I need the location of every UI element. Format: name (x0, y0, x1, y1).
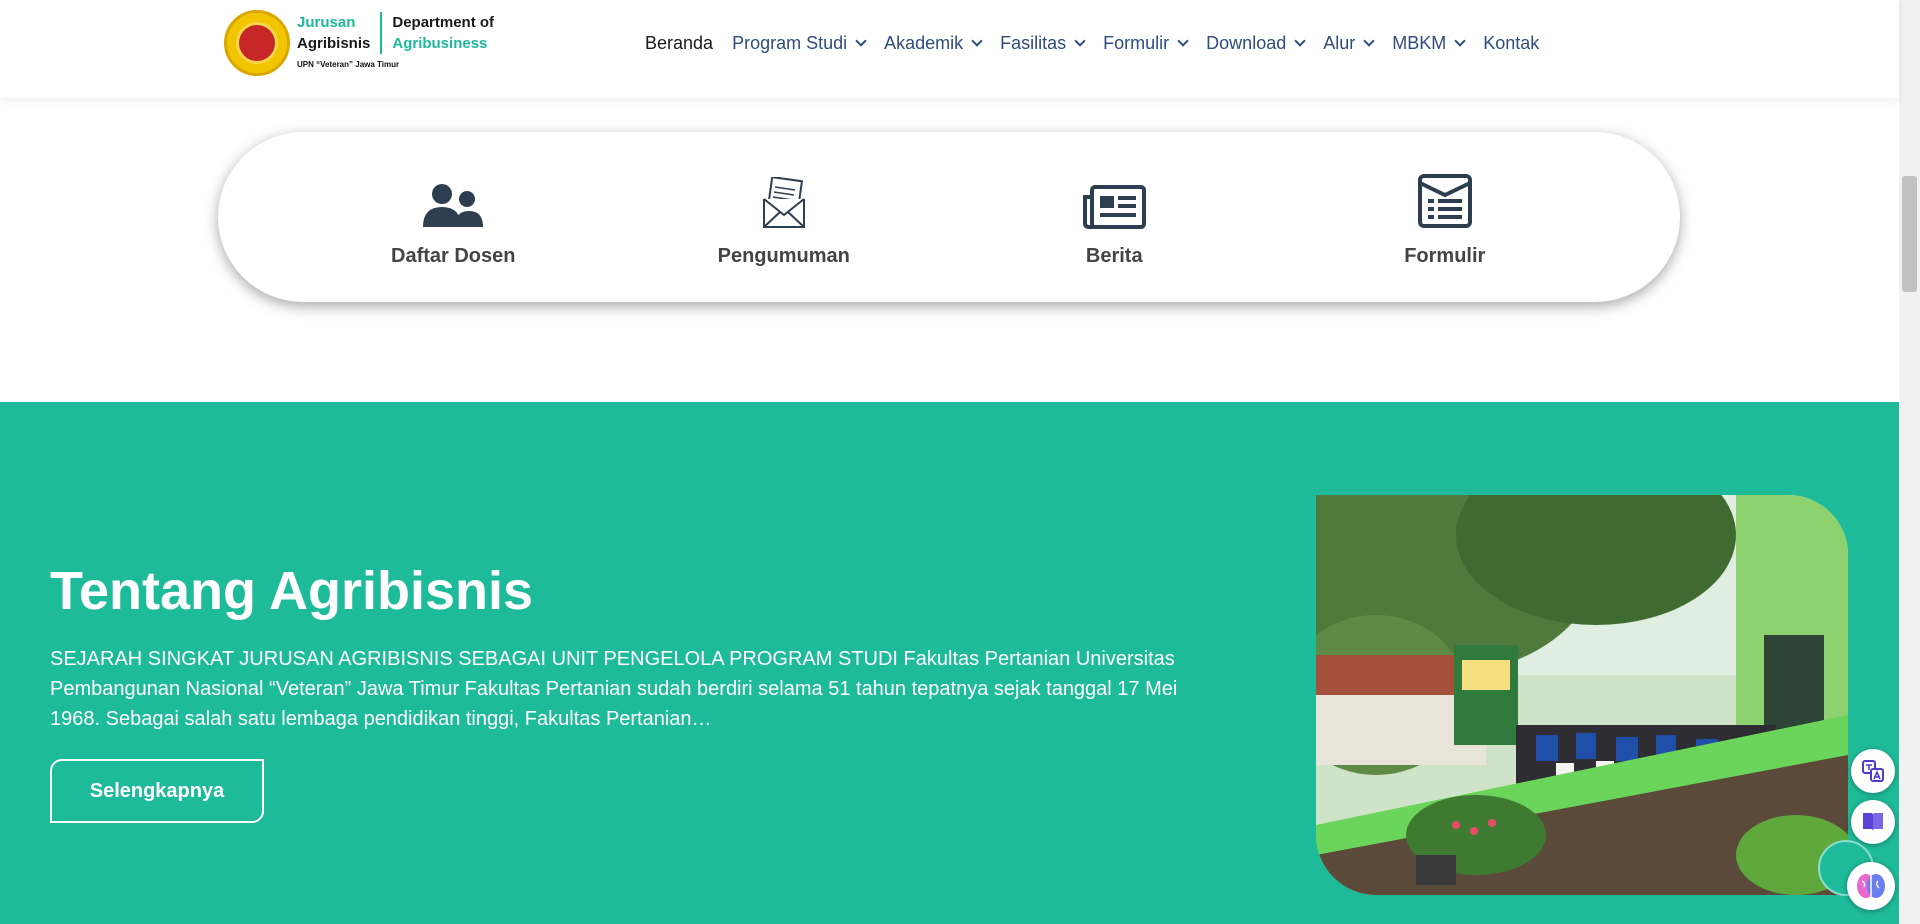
nav-item-alur[interactable]: Alur (1323, 32, 1375, 54)
university-seal-icon (224, 10, 290, 76)
nav-item-fasilitas[interactable]: Fasilitas (1000, 32, 1086, 54)
book-icon (1863, 813, 1883, 831)
nav-item-kontak[interactable]: Kontak (1483, 33, 1539, 54)
chevron-down-icon (1177, 34, 1189, 47)
page-scrollbar[interactable] (1899, 0, 1920, 924)
nav-item-formulir[interactable]: Formulir (1103, 32, 1189, 54)
translate-icon (1862, 760, 1884, 782)
chevron-down-icon (1454, 34, 1466, 47)
chevron-down-icon (855, 34, 867, 47)
logo-line3: Department of (392, 14, 495, 31)
chevron-down-icon (1294, 34, 1306, 47)
quick-link-label: Formulir (1404, 244, 1486, 267)
ai-assistant-button[interactable] (1847, 862, 1895, 910)
nav-label: Download (1206, 32, 1287, 53)
logo-subtitle: UPN “Veteran” Jawa Timur (297, 60, 400, 69)
brain-icon (1857, 874, 1885, 898)
chevron-down-icon (1363, 34, 1375, 47)
quick-link-daftar-dosen[interactable]: Daftar Dosen (323, 167, 583, 268)
quick-link-label: Daftar Dosen (391, 244, 516, 267)
read-more-button[interactable]: Selengkapnya (50, 759, 264, 823)
quick-link-pengumuman[interactable]: Pengumuman (654, 167, 914, 268)
logo-line1: Jurusan (297, 14, 356, 31)
logo-line4: Agribusiness (392, 35, 488, 52)
translate-widget-button[interactable] (1851, 749, 1895, 793)
quick-link-formulir[interactable]: Formulir (1315, 167, 1575, 268)
nav-label: Alur (1323, 32, 1356, 53)
nav-label: Akademik (884, 32, 964, 53)
nav-item-download[interactable]: Download (1206, 32, 1306, 54)
reader-widget-button[interactable] (1851, 800, 1895, 844)
chevron-down-icon (1074, 34, 1086, 47)
site-header: Jurusan Agribisnis Department of Agribus… (0, 0, 1899, 98)
quick-link-label: Pengumuman (717, 244, 850, 267)
envelope-letter-icon (761, 167, 807, 229)
nav-label: MBKM (1392, 32, 1447, 53)
quick-link-label: Berita (1085, 244, 1143, 267)
about-section: Tentang Agribisnis SEJARAH SINGKAT JURUS… (0, 402, 1899, 924)
nav-label: Formulir (1103, 32, 1170, 53)
nav-item-beranda[interactable]: Beranda (645, 33, 713, 54)
logo-text: Jurusan Agribisnis Department of Agribus… (297, 12, 494, 69)
nav-item-program-studi[interactable]: Program Studi (732, 32, 867, 54)
nav-label: Beranda (645, 32, 714, 53)
chevron-down-icon (971, 34, 983, 47)
garden-photo (1316, 495, 1848, 895)
logo-line2: Agribisnis (297, 35, 371, 52)
nav-item-akademik[interactable]: Akademik (884, 32, 983, 54)
nav-label: Program Studi (732, 32, 848, 53)
quick-link-berita[interactable]: Berita (984, 167, 1244, 268)
form-icon (1417, 167, 1473, 229)
quick-links-panel: Daftar Dosen Pengumuman Berita Formulir (218, 132, 1680, 302)
users-icon (421, 167, 485, 229)
nav-label: Fasilitas (1000, 32, 1067, 53)
nav-item-mbkm[interactable]: MBKM (1392, 32, 1466, 54)
nav-label: Kontak (1483, 32, 1540, 53)
newspaper-icon (1082, 167, 1147, 229)
scrollbar-thumb[interactable] (1902, 176, 1917, 292)
about-title: Tentang Agribisnis (50, 561, 534, 621)
site-logo[interactable]: Jurusan Agribisnis Department of Agribus… (224, 10, 494, 76)
about-text: SEJARAH SINGKAT JURUSAN AGRIBISNIS SEBAG… (50, 648, 1178, 730)
main-nav: Beranda Program Studi Akademik Fasilitas… (645, 30, 1558, 56)
